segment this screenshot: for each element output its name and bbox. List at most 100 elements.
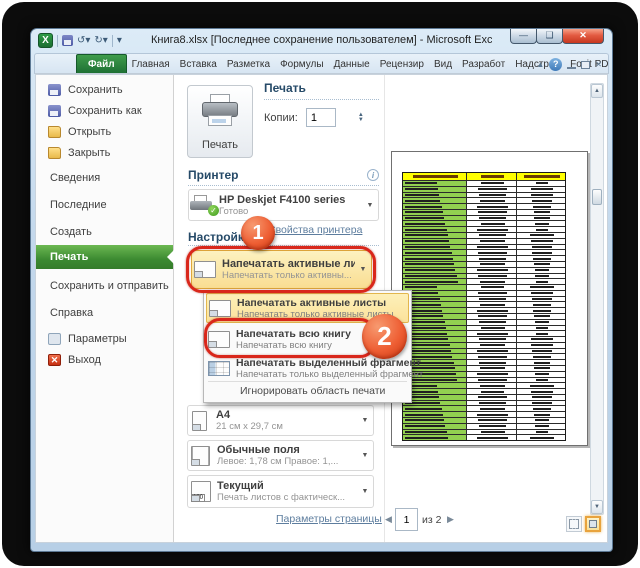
zoom-to-page-button[interactable] (585, 516, 601, 532)
tab-file[interactable]: Файл (76, 54, 127, 73)
current-page-input[interactable] (395, 508, 418, 531)
menu-separator (208, 381, 407, 382)
tab-home[interactable]: Главная (127, 55, 175, 73)
menu-item-ignore-print-area[interactable]: Игнорировать область печати (240, 385, 385, 397)
backstage-view: Сохранить Сохранить как Открыть Закрыть … (35, 74, 608, 543)
prev-page-icon[interactable]: ◀ (385, 514, 392, 525)
sidebar-item-save-send[interactable]: Сохранить и отправить (36, 275, 173, 296)
chevron-down-icon: ▼ (361, 452, 369, 459)
sidebar-item-new[interactable]: Создать (36, 221, 173, 242)
scaling-100-icon: 100 (191, 481, 211, 502)
sidebar-item-exit[interactable]: ✕ Выход (36, 349, 173, 370)
quick-access-toolbar: X ↺▾ ↻▾ ▾ (38, 33, 122, 48)
copies-input[interactable] (305, 108, 336, 127)
divider (57, 34, 58, 47)
sidebar-item-help[interactable]: Справка (36, 302, 173, 323)
preview-scrollbar[interactable]: ▲ ▼ (590, 83, 604, 515)
sheet-icon (194, 261, 216, 278)
tab-developer[interactable]: Разработ (457, 55, 510, 73)
titlebar: X ↺▾ ↻▾ ▾ Книга8.xlsx [Последнее сохране… (31, 29, 612, 53)
section-print-header: Печать (264, 81, 306, 95)
chevron-down-icon: ▼ (361, 417, 369, 424)
print-preview-pane: ▲ ▼ ◀ из 2 ▶ (384, 75, 607, 542)
excel-window: X ↺▾ ↻▾ ▾ Книга8.xlsx [Последнее сохране… (30, 28, 613, 552)
printer-properties-link[interactable]: Свойства принтера (268, 224, 362, 236)
tab-data[interactable]: Данные (329, 55, 375, 73)
maximize-button[interactable]: ❑ (536, 29, 563, 44)
printer-icon (200, 94, 240, 128)
help-icon[interactable]: ? (549, 58, 563, 71)
close-folder-icon (48, 146, 61, 159)
printer-name: HP Deskjet F4100 series (219, 193, 346, 206)
options-icon (48, 332, 61, 345)
window-title: Книга8.xlsx [Последнее сохранение пользо… (151, 34, 492, 46)
menu-item-selection[interactable]: Напечатать выделенный фрагмент Напечатат… (206, 355, 423, 381)
sidebar-item-save-as[interactable]: Сохранить как (36, 100, 173, 121)
customize-qat-icon[interactable]: ▾ (117, 34, 122, 48)
scaling-select[interactable]: 100 Текущий Печать листов с фактическ...… (187, 475, 374, 508)
copies-control: Копии: ▲▼ (264, 108, 364, 127)
copies-label: Копии: (264, 111, 298, 124)
next-page-icon[interactable]: ▶ (447, 514, 454, 525)
copies-spinner[interactable]: ▲ ▼ (358, 112, 364, 123)
sidebar-item-recent[interactable]: Последние (36, 194, 173, 215)
print-button[interactable]: Печать (187, 85, 253, 158)
save-icon[interactable] (62, 35, 73, 46)
scroll-up-icon[interactable]: ▲ (591, 84, 603, 98)
sidebar-item-save[interactable]: Сохранить (36, 79, 173, 100)
scroll-thumb[interactable] (592, 189, 602, 205)
show-margins-button[interactable] (566, 516, 582, 532)
ribbon-tab-row: Файл Главная Вставка Разметка Формулы Да… (34, 53, 609, 74)
tab-insert[interactable]: Вставка (175, 55, 222, 73)
chevron-down-icon: ▼ (359, 266, 367, 273)
doc-restore-icon[interactable] (581, 60, 591, 69)
page-count-label: из 2 (422, 514, 442, 526)
close-button[interactable]: ✕ (562, 29, 604, 44)
collapse-ribbon-icon[interactable]: ▲ (536, 60, 544, 69)
tab-view[interactable]: Вид (429, 55, 457, 73)
backstage-sidebar: Сохранить Сохранить как Открыть Закрыть … (36, 75, 174, 542)
minimize-button[interactable]: — (510, 29, 537, 44)
page-setup-link[interactable]: Параметры страницы (276, 513, 382, 525)
sidebar-item-print[interactable]: Печать (36, 245, 174, 269)
save-icon (48, 83, 61, 96)
page-icon (192, 410, 207, 431)
sidebar-item-close[interactable]: Закрыть (36, 142, 173, 163)
sheet-icon (208, 330, 230, 348)
preview-page (391, 151, 588, 446)
chevron-down-icon: ▼ (366, 201, 374, 209)
printer-select[interactable]: ✓ HP Deskjet F4100 series Готово ▼ (188, 189, 379, 221)
table-header-row (403, 173, 565, 181)
tab-page-layout[interactable]: Разметка (222, 55, 275, 73)
sidebar-item-info[interactable]: Сведения (36, 167, 173, 188)
section-printer-header: Принтер (188, 168, 239, 182)
undo-icon[interactable]: ↺▾ (77, 34, 90, 48)
sidebar-item-options[interactable]: Параметры (36, 328, 173, 349)
printer-info-icon[interactable]: i (367, 169, 379, 181)
chevron-down-icon: ▼ (361, 488, 369, 495)
callout-badge-2: 2 (362, 314, 407, 359)
callout-badge-1: 1 (241, 216, 275, 250)
window-controls: — ❑ ✕ (510, 29, 604, 44)
sidebar-item-open[interactable]: Открыть (36, 121, 173, 142)
tab-review[interactable]: Рецензир (375, 55, 429, 73)
margins-icon (191, 445, 210, 466)
excel-logo-icon[interactable]: X (38, 33, 53, 48)
redo-icon[interactable]: ↻▾ (94, 34, 107, 48)
tab-formulas[interactable]: Формулы (275, 55, 329, 73)
printer-status: Готово (219, 205, 249, 217)
preview-table (402, 172, 566, 441)
open-folder-icon (48, 125, 61, 138)
divider (111, 34, 113, 47)
exit-icon: ✕ (48, 353, 61, 366)
margins-select[interactable]: Обычные поля Левое: 1,78 см Правое: 1,..… (187, 440, 374, 471)
save-as-icon (48, 104, 61, 117)
doc-minimize-icon[interactable] (567, 61, 577, 69)
print-what-select[interactable]: Напечатать активные листы Напечатать тол… (191, 250, 372, 289)
paper-size-select[interactable]: A4 21 см x 29,7 см ▼ (187, 405, 374, 436)
table-selection-icon (208, 360, 230, 376)
printer-ready-icon: ✓ (189, 194, 219, 216)
screenshot-canvas: X ↺▾ ↻▾ ▾ Книга8.xlsx [Последнее сохране… (0, 0, 640, 568)
table-row (403, 435, 565, 441)
doc-close-icon[interactable]: ✕ (595, 60, 602, 69)
